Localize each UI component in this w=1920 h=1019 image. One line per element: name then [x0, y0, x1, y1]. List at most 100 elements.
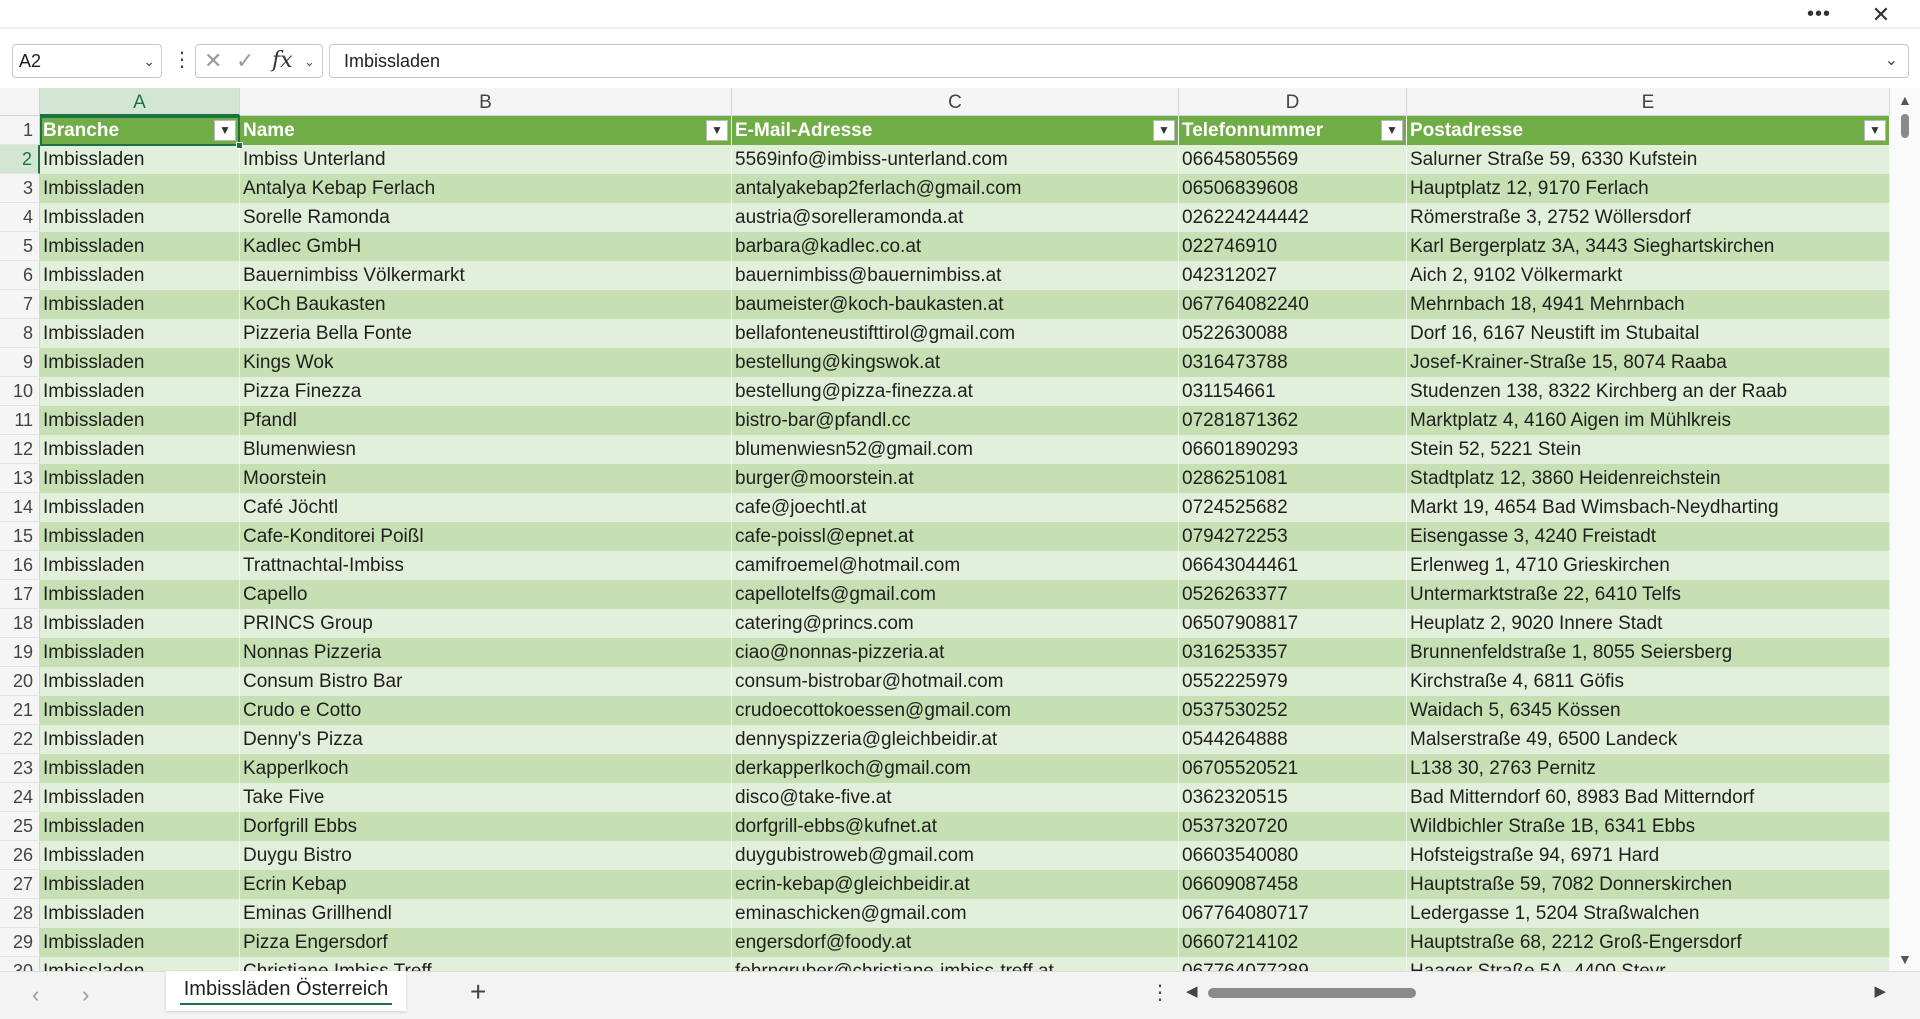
table-cell[interactable]: 06506839608 — [1179, 174, 1407, 203]
table-cell[interactable]: 0316253357 — [1179, 638, 1407, 667]
table-cell[interactable]: antalyakebap2ferlach@gmail.com — [732, 174, 1179, 203]
table-cell[interactable]: 067764082240 — [1179, 290, 1407, 319]
scroll-down-icon[interactable]: ▼ — [1898, 951, 1912, 967]
row-header[interactable]: 21 — [0, 696, 40, 725]
table-cell[interactable]: fehrngruber@christiane-imbiss-treff.at — [732, 957, 1179, 971]
table-cell[interactable]: Josef-Krainer-Straße 15, 8074 Raaba — [1407, 348, 1890, 377]
add-sheet-icon[interactable]: + — [470, 976, 486, 1008]
row-header[interactable]: 6 — [0, 261, 40, 290]
table-cell[interactable]: 042312027 — [1179, 261, 1407, 290]
row-header[interactable]: 30 — [0, 957, 40, 971]
column-header-b[interactable]: B — [240, 88, 732, 116]
table-cell[interactable]: austria@sorelleramonda.at — [732, 203, 1179, 232]
filter-dropdown-icon[interactable]: ▼ — [214, 120, 236, 141]
table-cell[interactable]: burger@moorstein.at — [732, 464, 1179, 493]
table-cell[interactable]: Kirchstraße 4, 6811 Göfis — [1407, 667, 1890, 696]
row-header[interactable]: 22 — [0, 725, 40, 754]
table-cell[interactable]: camifroemel@hotmail.com — [732, 551, 1179, 580]
table-cell[interactable]: Stadtplatz 12, 3860 Heidenreichstein — [1407, 464, 1890, 493]
table-cell[interactable]: Imbissladen — [40, 464, 240, 493]
table-cell[interactable]: Imbissladen — [40, 406, 240, 435]
table-cell[interactable]: catering@princs.com — [732, 609, 1179, 638]
vertical-dots-icon[interactable]: ⋮ — [172, 48, 192, 74]
table-cell[interactable]: Imbissladen — [40, 638, 240, 667]
table-cell[interactable]: consum-bistrobar@hotmail.com — [732, 667, 1179, 696]
table-cell[interactable]: 06705520521 — [1179, 754, 1407, 783]
table-cell[interactable]: Erlenweg 1, 4710 Grieskirchen — [1407, 551, 1890, 580]
table-cell[interactable]: dorfgrill-ebbs@kufnet.at — [732, 812, 1179, 841]
table-cell[interactable]: blumenwiesn52@gmail.com — [732, 435, 1179, 464]
filter-dropdown-icon[interactable]: ▼ — [1864, 120, 1886, 141]
table-cell[interactable]: Blumenwiesn — [240, 435, 732, 464]
table-cell[interactable]: Denny's Pizza — [240, 725, 732, 754]
header-cell[interactable]: Name ▼ — [240, 116, 732, 145]
row-header[interactable]: 17 — [0, 580, 40, 609]
table-cell[interactable]: Hauptplatz 12, 9170 Ferlach — [1407, 174, 1890, 203]
table-cell[interactable]: Römerstraße 3, 2752 Wöllersdorf — [1407, 203, 1890, 232]
chevron-left-icon[interactable]: ‹ — [32, 982, 39, 1008]
table-cell[interactable]: Imbissladen — [40, 435, 240, 464]
table-cell[interactable]: Imbissladen — [40, 870, 240, 899]
name-box[interactable]: A2 ⌄ — [12, 44, 162, 78]
table-cell[interactable]: Imbissladen — [40, 957, 240, 971]
row-header[interactable]: 16 — [0, 551, 40, 580]
table-cell[interactable]: Hauptstraße 68, 2212 Groß-Engersdorf — [1407, 928, 1890, 957]
table-cell[interactable]: Café Jöchtl — [240, 493, 732, 522]
table-cell[interactable]: Imbissladen — [40, 754, 240, 783]
table-cell[interactable]: disco@take-five.at — [732, 783, 1179, 812]
table-cell[interactable]: 07281871362 — [1179, 406, 1407, 435]
table-cell[interactable]: 067764077289 — [1179, 957, 1407, 971]
table-cell[interactable]: Bauernimbiss Völkermarkt — [240, 261, 732, 290]
horizontal-scroll-thumb[interactable] — [1208, 988, 1416, 998]
table-cell[interactable]: 06507908817 — [1179, 609, 1407, 638]
table-cell[interactable]: Capello — [240, 580, 732, 609]
table-cell[interactable]: 0794272253 — [1179, 522, 1407, 551]
table-cell[interactable]: derkapperlkoch@gmail.com — [732, 754, 1179, 783]
row-header[interactable]: 3 — [0, 174, 40, 203]
table-cell[interactable]: 0316473788 — [1179, 348, 1407, 377]
header-cell[interactable]: Branche ▼ — [40, 116, 240, 145]
column-header-e[interactable]: E — [1407, 88, 1890, 116]
row-header[interactable]: 23 — [0, 754, 40, 783]
table-cell[interactable]: Wildbichler Straße 1B, 6341 Ebbs — [1407, 812, 1890, 841]
row-header[interactable]: 28 — [0, 899, 40, 928]
formula-input[interactable]: Imbissladen ⌄ — [329, 44, 1909, 78]
table-cell[interactable]: Imbissladen — [40, 290, 240, 319]
table-cell[interactable]: Imbissladen — [40, 667, 240, 696]
table-cell[interactable]: Stein 52, 5221 Stein — [1407, 435, 1890, 464]
table-cell[interactable]: 0362320515 — [1179, 783, 1407, 812]
chevron-down-icon[interactable]: ⌄ — [143, 45, 155, 77]
table-cell[interactable]: Antalya Kebap Ferlach — [240, 174, 732, 203]
table-cell[interactable]: 06607214102 — [1179, 928, 1407, 957]
table-cell[interactable]: Pfandl — [240, 406, 732, 435]
table-cell[interactable]: Haager Straße 5A, 4400 Steyr — [1407, 957, 1890, 971]
header-cell[interactable]: Postadresse ▼ — [1407, 116, 1890, 145]
table-cell[interactable]: Imbissladen — [40, 841, 240, 870]
table-cell[interactable]: Imbissladen — [40, 899, 240, 928]
vertical-scrollbar[interactable]: ▲ ▼ — [1890, 88, 1920, 971]
table-cell[interactable]: 022746910 — [1179, 232, 1407, 261]
table-cell[interactable]: 06603540080 — [1179, 841, 1407, 870]
header-cell[interactable]: Telefonnummer ▼ — [1179, 116, 1407, 145]
table-cell[interactable]: Imbissladen — [40, 696, 240, 725]
filter-dropdown-icon[interactable]: ▼ — [706, 120, 728, 141]
filter-dropdown-icon[interactable]: ▼ — [1153, 120, 1175, 141]
table-cell[interactable]: Imbissladen — [40, 783, 240, 812]
row-header[interactable]: 9 — [0, 348, 40, 377]
table-cell[interactable]: 026224244442 — [1179, 203, 1407, 232]
table-cell[interactable]: Eminas Grillhendl — [240, 899, 732, 928]
table-cell[interactable]: Imbiss Unterland — [240, 145, 732, 174]
row-header[interactable]: 26 — [0, 841, 40, 870]
row-header[interactable]: 7 — [0, 290, 40, 319]
table-cell[interactable]: Cafe-Konditorei Poißl — [240, 522, 732, 551]
table-cell[interactable]: Brunnenfeldstraße 1, 8055 Seiersberg — [1407, 638, 1890, 667]
row-header[interactable]: 27 — [0, 870, 40, 899]
scroll-left-icon[interactable]: ◀ — [1186, 982, 1198, 1000]
table-cell[interactable]: Imbissladen — [40, 319, 240, 348]
table-cell[interactable]: bestellung@pizza-finezza.at — [732, 377, 1179, 406]
row-header[interactable]: 1 — [0, 116, 40, 145]
table-cell[interactable]: Dorfgrill Ebbs — [240, 812, 732, 841]
table-cell[interactable]: KoCh Baukasten — [240, 290, 732, 319]
table-cell[interactable]: Malserstraße 49, 6500 Landeck — [1407, 725, 1890, 754]
table-cell[interactable]: Imbissladen — [40, 725, 240, 754]
